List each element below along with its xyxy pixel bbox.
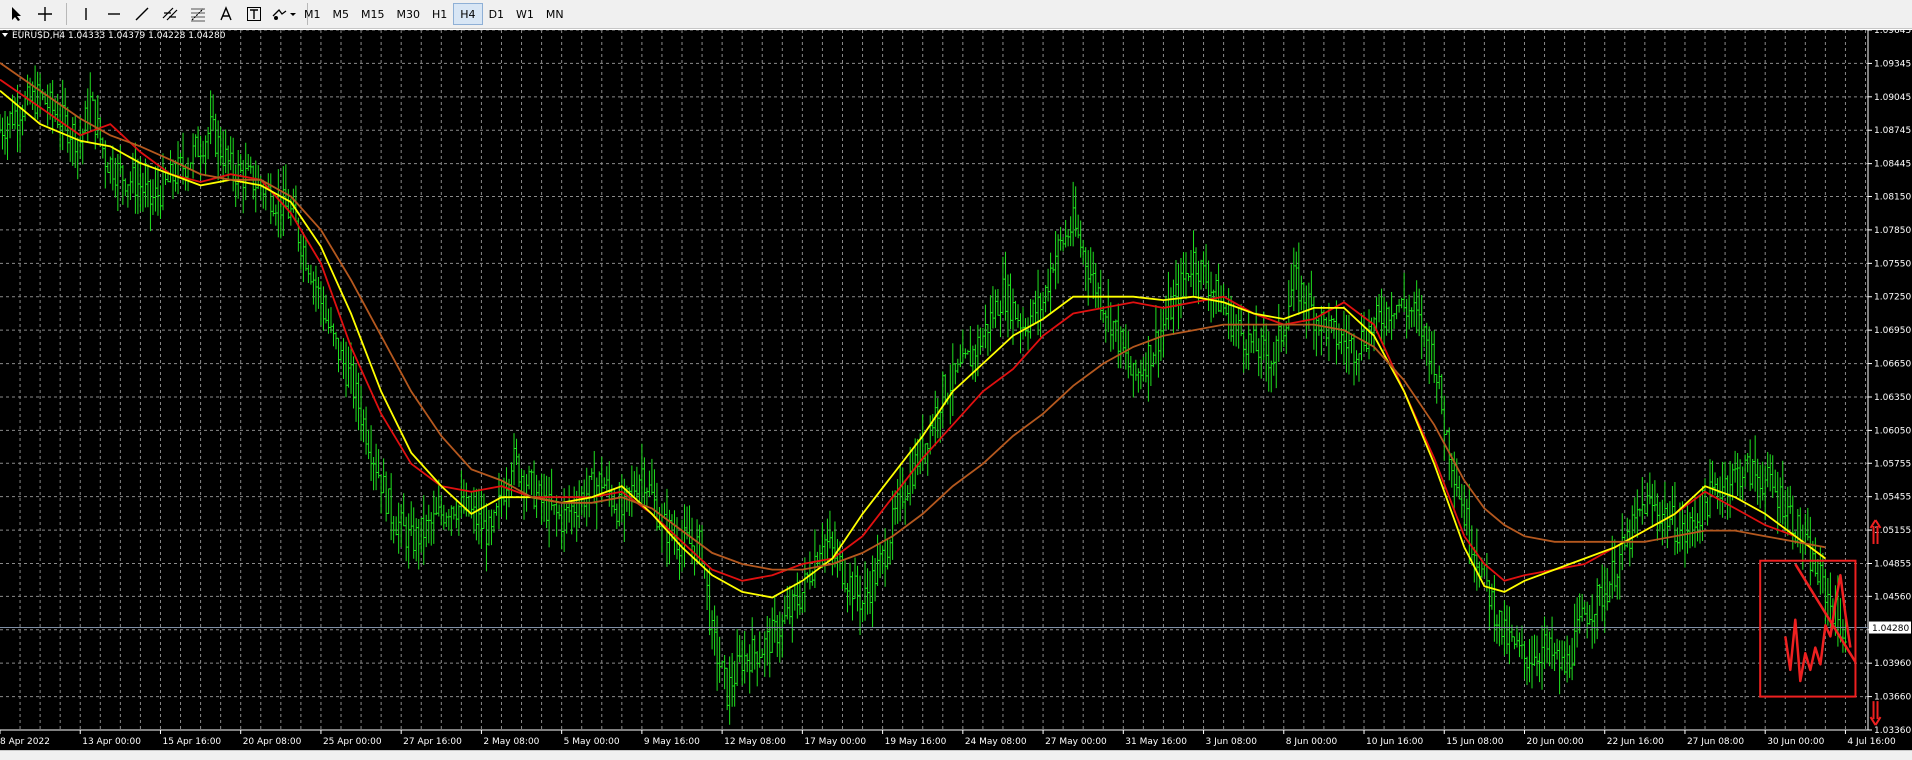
chart-toolbar: M1 M5 M15 M30 H1 H4 D1 W1 MN — [0, 0, 1912, 29]
vertical-line-tool-button[interactable] — [73, 3, 99, 25]
symbol-info: EURUSD,H4 1.04333 1.04379 1.04228 1.0428… — [12, 31, 226, 41]
x-tick-label: 13 Apr 00:00 — [82, 737, 141, 747]
fibonacci-tool-button[interactable] — [185, 3, 211, 25]
text-label-icon — [247, 7, 261, 21]
x-tick-label: 24 May 08:00 — [965, 737, 1027, 747]
x-tick-label: 19 May 16:00 — [885, 737, 947, 747]
y-tick-label: 1.07850 — [1874, 226, 1911, 236]
y-tick-label: 1.03360 — [1874, 726, 1911, 736]
x-tick-label: 10 Jun 16:00 — [1366, 737, 1423, 747]
fibonacci-icon — [191, 8, 205, 22]
x-tick-label: 15 Apr 16:00 — [162, 737, 221, 747]
channel-tool-button[interactable] — [157, 3, 183, 25]
x-tick-label: 17 May 00:00 — [804, 737, 866, 747]
timeframe-m15-button[interactable]: M15 — [355, 3, 391, 25]
y-tick-label: 1.04855 — [1874, 559, 1911, 569]
text-label-tool-button[interactable] — [241, 3, 267, 25]
timeframe-m5-button[interactable]: M5 — [327, 3, 356, 25]
x-tick-label: 8 Apr 2022 — [0, 737, 50, 747]
price-chart[interactable]: 1.09645 1.09345 1.09045 1.08745 1.08445 1.081… — [0, 30, 1912, 750]
y-tick-label: 1.06350 — [1874, 393, 1911, 403]
y-tick-label: 1.09345 — [1874, 59, 1911, 69]
current-price-label: 1.04280 — [1872, 624, 1909, 634]
timeframe-mn-button[interactable]: MN — [540, 3, 570, 25]
x-tick-label: 2 May 08:00 — [483, 737, 539, 747]
timeframe-d1-button[interactable]: D1 — [483, 3, 510, 25]
x-tick-label: 30 Jun 00:00 — [1767, 737, 1824, 747]
y-tick-label: 1.09645 — [1874, 30, 1911, 36]
x-tick-label: 20 Jun 00:00 — [1526, 737, 1583, 747]
text-a-icon — [220, 6, 232, 21]
y-tick-label: 1.07550 — [1874, 259, 1911, 269]
x-tick-label: 4 Jul 16:00 — [1847, 737, 1896, 747]
cursor-tool-button[interactable] — [4, 3, 30, 25]
y-tick-label: 1.05755 — [1874, 459, 1911, 469]
x-tick-label: 27 May 00:00 — [1045, 737, 1107, 747]
x-tick-label: 20 Apr 08:00 — [243, 737, 302, 747]
x-tick-label: 22 Jun 16:00 — [1607, 737, 1664, 747]
x-tick-label: 27 Jun 08:00 — [1687, 737, 1744, 747]
y-tick-label: 1.06950 — [1874, 326, 1911, 336]
x-tick-label: 9 May 16:00 — [644, 737, 700, 747]
timeframe-buttons: M1 M5 M15 M30 H1 H4 D1 W1 MN — [298, 3, 570, 25]
channel-icon — [162, 7, 178, 21]
x-tick-label: 15 Jun 08:00 — [1446, 737, 1503, 747]
toolbar-separator — [66, 3, 67, 25]
crosshair-tool-button[interactable] — [32, 3, 58, 25]
price-axis-area — [1868, 30, 1912, 750]
vertical-line-icon — [85, 8, 87, 20]
y-tick-label: 1.08445 — [1874, 160, 1911, 170]
y-tick-label: 1.03960 — [1874, 659, 1911, 669]
y-tick-label: 1.07250 — [1874, 293, 1911, 303]
y-tick-label: 1.05455 — [1874, 493, 1911, 503]
horizontal-line-tool-button[interactable] — [101, 3, 127, 25]
shapes-dropdown-icon — [272, 9, 296, 20]
horizontal-line-icon — [108, 13, 120, 15]
x-tick-label: 12 May 08:00 — [724, 737, 786, 747]
timeframe-h4-button[interactable]: H4 — [453, 3, 483, 25]
text-tool-button[interactable] — [213, 3, 239, 25]
shapes-tool-button[interactable] — [269, 3, 299, 25]
y-tick-label: 1.06650 — [1874, 360, 1911, 370]
timeframe-w1-button[interactable]: W1 — [510, 3, 540, 25]
arrow-cursor-icon — [12, 7, 21, 21]
y-tick-label: 1.08150 — [1874, 193, 1911, 203]
trendline-tool-button[interactable] — [129, 3, 155, 25]
timeframe-m1-button[interactable]: M1 — [298, 3, 327, 25]
y-tick-label: 1.09045 — [1874, 93, 1911, 103]
x-tick-label: 25 Apr 00:00 — [323, 737, 382, 747]
timeframe-m30-button[interactable]: M30 — [391, 3, 427, 25]
y-tick-label: 1.06050 — [1874, 426, 1911, 436]
y-tick-label: 1.08745 — [1874, 126, 1911, 136]
trendline-icon — [135, 7, 149, 21]
crosshair-icon — [38, 7, 52, 21]
drawing-tools — [4, 3, 314, 25]
timeframe-h1-button[interactable]: H1 — [426, 3, 453, 25]
x-tick-label: 3 Jun 08:00 — [1206, 737, 1258, 747]
x-tick-label: 5 May 00:00 — [564, 737, 620, 747]
x-tick-label: 8 Jun 00:00 — [1286, 737, 1338, 747]
x-tick-label: 31 May 16:00 — [1125, 737, 1187, 747]
x-tick-label: 27 Apr 16:00 — [403, 737, 462, 747]
y-tick-label: 1.03660 — [1874, 693, 1911, 703]
y-tick-label: 1.04560 — [1874, 592, 1911, 602]
